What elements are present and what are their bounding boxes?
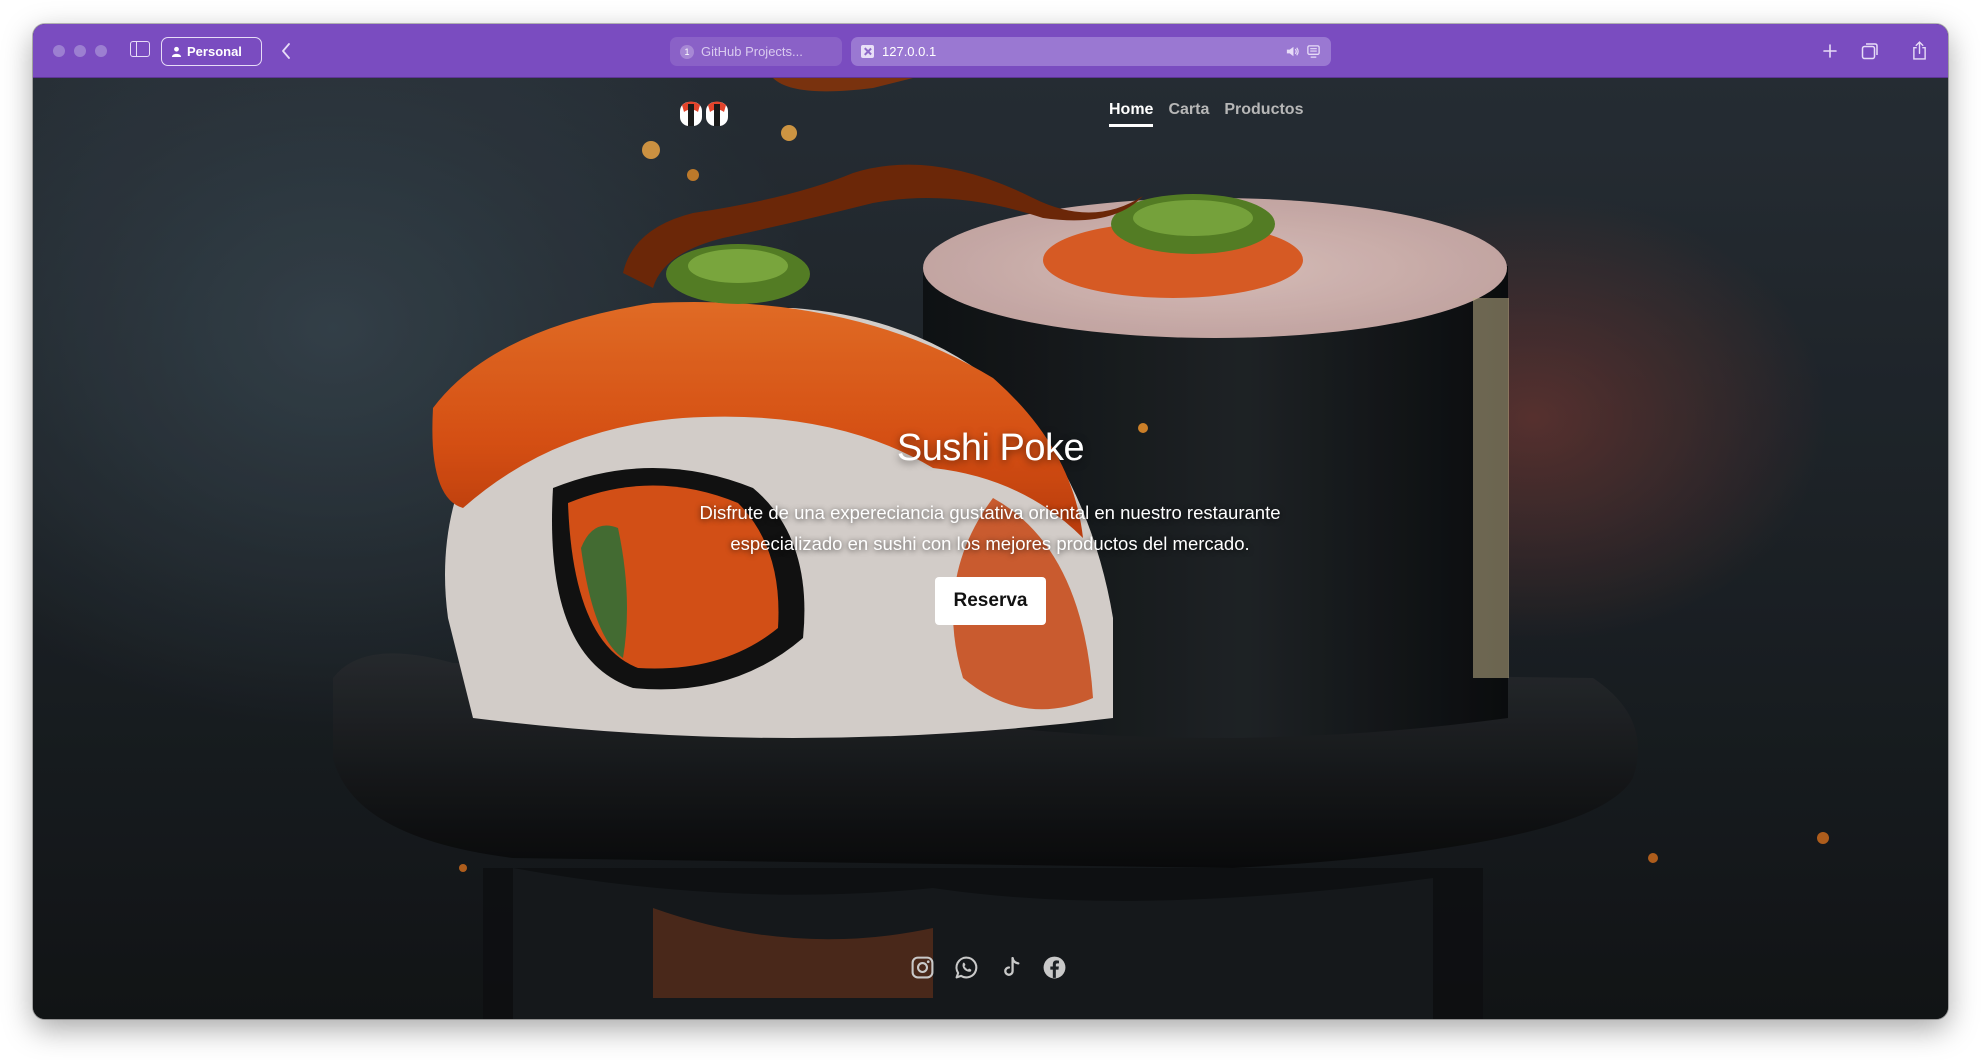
audio-icon[interactable] (1285, 44, 1300, 59)
nav-link-productos[interactable]: Productos (1224, 101, 1303, 127)
back-button[interactable] (276, 37, 296, 65)
nav-link-home[interactable]: Home (1109, 101, 1154, 127)
social-links (910, 955, 1067, 980)
main-nav: Home Carta Productos (1109, 101, 1303, 127)
chevron-left-icon (282, 43, 290, 59)
tab-overview-button[interactable] (1859, 37, 1881, 65)
close-window-button[interactable] (53, 45, 65, 57)
hero-title: Sushi Poke (896, 427, 1085, 469)
tiktok-icon[interactable] (998, 955, 1023, 980)
browser-toolbar: Personal 1 GitHub Projects... 127.0.0.1 (33, 24, 1948, 78)
sushi-logo[interactable] (678, 96, 730, 132)
plus-icon (1823, 44, 1837, 58)
reserva-button[interactable]: Reserva (935, 577, 1046, 625)
browser-window: Personal 1 GitHub Projects... 127.0.0.1 (33, 24, 1948, 1019)
new-tab-button[interactable] (1820, 37, 1840, 65)
facebook-icon[interactable] (1042, 955, 1067, 980)
page-content: Home Carta Productos Sushi Poke Disfrute… (33, 78, 1948, 1019)
whatsapp-icon[interactable] (954, 955, 979, 980)
tab-badge: 1 (680, 44, 694, 59)
zoom-window-button[interactable] (95, 45, 107, 57)
nav-link-carta[interactable]: Carta (1168, 101, 1209, 127)
tabs-overview-icon (1861, 43, 1878, 60)
favicon-icon (861, 45, 874, 58)
instagram-icon[interactable] (910, 955, 935, 980)
address-text: 127.0.0.1 (882, 44, 937, 59)
person-icon (171, 46, 182, 57)
minimize-window-button[interactable] (74, 45, 86, 57)
tab-github-projects[interactable]: 1 GitHub Projects... (670, 37, 842, 66)
share-icon (1912, 40, 1926, 60)
address-bar[interactable]: 127.0.0.1 (851, 37, 1331, 66)
reader-view-icon[interactable] (1306, 44, 1321, 59)
profile-button[interactable]: Personal (161, 37, 262, 66)
share-button[interactable] (1908, 35, 1930, 65)
profile-label: Personal (187, 44, 242, 59)
sidebar-toggle-icon[interactable] (130, 41, 150, 57)
tab-label: GitHub Projects... (701, 44, 803, 59)
hero-description: Disfrute de una expereciancia gustativa … (699, 502, 1281, 554)
